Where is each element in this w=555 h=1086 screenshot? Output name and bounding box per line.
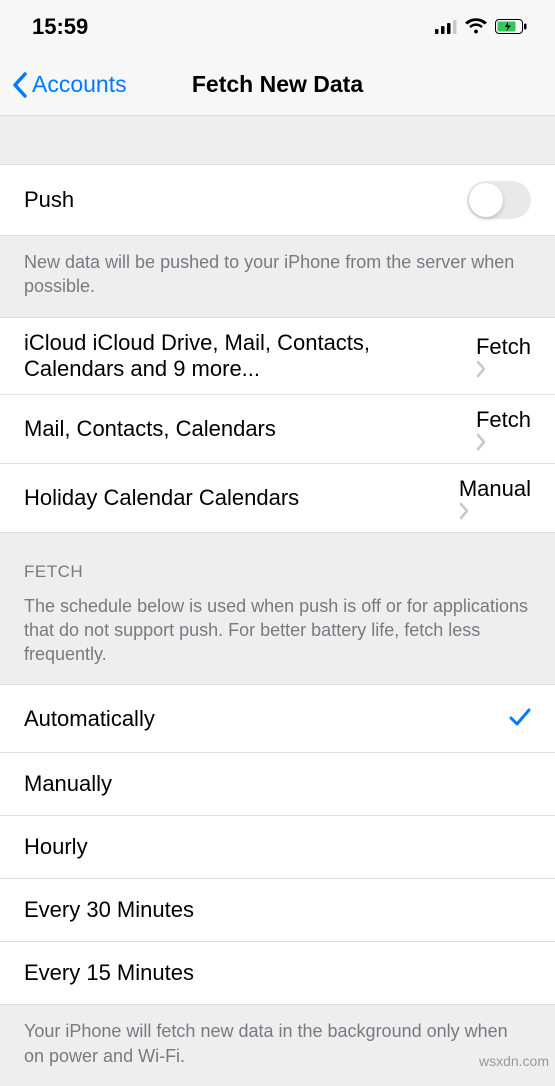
account-detail: Calendars xyxy=(199,485,299,510)
account-mode: Fetch xyxy=(476,334,531,359)
fetch-option-label: Manually xyxy=(24,771,112,797)
push-label: Push xyxy=(24,187,74,213)
status-time: 15:59 xyxy=(32,14,88,40)
fetch-option-label: Hourly xyxy=(24,834,88,860)
push-footer: New data will be pushed to your iPhone f… xyxy=(0,236,555,317)
battery-charging-icon xyxy=(495,14,527,40)
cellular-icon xyxy=(435,14,457,40)
checkmark-icon xyxy=(509,703,531,734)
account-name: iCloud xyxy=(24,330,86,355)
account-mode: Fetch xyxy=(476,407,531,432)
nav-bar: Accounts Fetch New Data xyxy=(0,54,555,116)
fetch-description: The schedule below is used when push is … xyxy=(0,594,555,685)
fetch-option-label: Automatically xyxy=(24,706,155,732)
fetch-section-header: Fetch xyxy=(0,533,555,594)
fetch-footer: Your iPhone will fetch new data in the b… xyxy=(0,1005,555,1086)
fetch-option-label: Every 30 Minutes xyxy=(24,897,194,923)
push-toggle[interactable] xyxy=(467,181,531,219)
fetch-option[interactable]: Automatically xyxy=(0,685,555,753)
account-name: Holiday Calendar xyxy=(24,485,193,510)
fetch-option[interactable]: Hourly xyxy=(0,816,555,879)
status-icons xyxy=(435,14,527,40)
chevron-right-icon xyxy=(476,360,531,378)
account-row[interactable]: iCloud iCloud Drive, Mail, Contacts, Cal… xyxy=(0,318,555,395)
watermark: wsxdn.com xyxy=(479,1053,549,1069)
back-label: Accounts xyxy=(32,71,127,98)
account-mode: Manual xyxy=(459,476,531,501)
push-row[interactable]: Push xyxy=(0,164,555,236)
account-row[interactable]: Mail, Contacts, Calendars Fetch xyxy=(0,395,555,464)
spacer xyxy=(0,116,555,164)
fetch-option-label: Every 15 Minutes xyxy=(24,960,194,986)
back-button[interactable]: Accounts xyxy=(0,71,127,98)
fetch-option[interactable]: Every 30 Minutes xyxy=(0,879,555,942)
account-detail: Mail, Contacts, Calendars xyxy=(24,416,276,441)
chevron-left-icon xyxy=(12,72,28,98)
chevron-right-icon xyxy=(459,502,531,520)
status-bar: 15:59 xyxy=(0,0,555,54)
chevron-right-icon xyxy=(476,433,531,451)
accounts-group: iCloud iCloud Drive, Mail, Contacts, Cal… xyxy=(0,317,555,533)
fetch-options-group: Automatically Manually Hourly Every 30 M… xyxy=(0,684,555,1005)
wifi-icon xyxy=(465,14,487,40)
fetch-option[interactable]: Manually xyxy=(0,753,555,816)
fetch-option[interactable]: Every 15 Minutes xyxy=(0,942,555,1004)
account-row[interactable]: Holiday Calendar Calendars Manual xyxy=(0,464,555,532)
